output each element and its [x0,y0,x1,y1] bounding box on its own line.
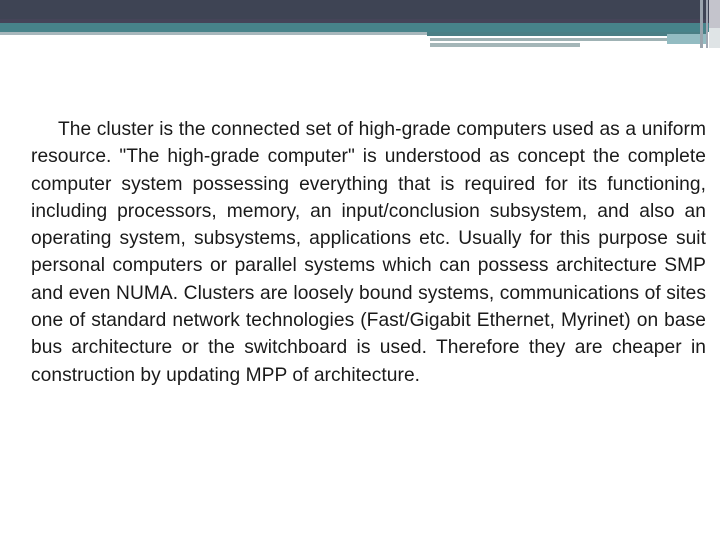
slide-body-text: The cluster is the connected set of high… [31,119,706,386]
header-edge-strip [700,0,703,48]
header-accent-line-short [430,43,580,47]
header-teal-band [0,23,720,32]
header-grey-rule [0,32,427,35]
header-edge-strip [706,0,708,48]
header-teal-extension [427,32,707,36]
header-edge-strip-light [709,28,720,48]
header-accent-line [430,38,670,41]
